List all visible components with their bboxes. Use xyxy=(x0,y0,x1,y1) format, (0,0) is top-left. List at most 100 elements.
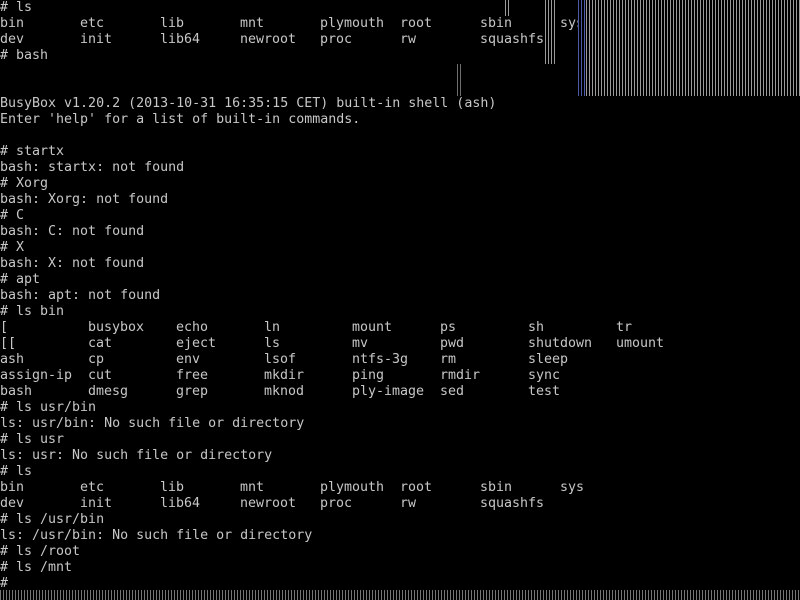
terminal-command-line: # C xyxy=(0,208,25,223)
terminal-output-line: BusyBox v1.20.2 (2013-10-31 16:35:15 CET… xyxy=(0,96,497,111)
listing-entry: eject xyxy=(176,336,217,351)
listing-entry: lib64 xyxy=(160,32,201,47)
listing-entry: ply-image xyxy=(352,384,425,399)
listing-entry: etc xyxy=(80,480,105,495)
listing-entry: root xyxy=(400,16,433,31)
listing-entry: free xyxy=(176,368,209,383)
terminal-command-line: # ls /usr/bin xyxy=(0,512,105,527)
terminal-output-line: bash: X: not found xyxy=(0,256,145,271)
listing-entry: sed xyxy=(440,384,465,399)
listing-entry: ntfs-3g xyxy=(352,352,409,367)
listing-entry: squashfs xyxy=(480,496,545,511)
listing-entry: ls xyxy=(264,336,281,351)
listing-entry: assign-ip xyxy=(0,368,73,383)
listing-entry: ps xyxy=(440,320,457,335)
terminal-output-line: ls: usr: No such file or directory xyxy=(0,448,273,463)
terminal-command-line: # ls xyxy=(0,464,33,479)
listing-entry: rmdir xyxy=(440,368,481,383)
listing-entry: lib xyxy=(160,480,185,495)
listing-entry: ping xyxy=(352,368,385,383)
listing-entry: [[ xyxy=(0,336,17,351)
listing-entry: tr xyxy=(616,320,633,335)
listing-entry: init xyxy=(80,32,113,47)
terminal-listing-row: dev init lib64 newroot proc rw squashfs xyxy=(0,496,800,512)
listing-entry: bash xyxy=(0,384,33,399)
listing-entry: squashfs xyxy=(480,32,545,47)
listing-entry: rm xyxy=(440,352,457,367)
listing-entry: bin xyxy=(0,16,25,31)
terminal-listing-row: [[ cat eject ls mv pwd shutdown umount xyxy=(0,336,800,352)
listing-entry: pwd xyxy=(440,336,465,351)
listing-entry: sys xyxy=(560,480,585,495)
terminal-output-line: ls: usr/bin: No such file or directory xyxy=(0,416,305,431)
terminal-listing-row: ash cp env lsof ntfs-3g rm sleep xyxy=(0,352,800,368)
listing-entry: mv xyxy=(352,336,369,351)
listing-entry: bin xyxy=(0,480,25,495)
listing-entry: sh xyxy=(528,320,545,335)
listing-entry: ln xyxy=(264,320,281,335)
listing-entry: plymouth xyxy=(320,16,385,31)
listing-entry: sleep xyxy=(528,352,569,367)
terminal-output-line: Enter 'help' for a list of built-in comm… xyxy=(0,112,361,127)
terminal-command-line: # apt xyxy=(0,272,41,287)
terminal-command-line: # ls usr xyxy=(0,432,65,447)
listing-entry: mknod xyxy=(264,384,305,399)
listing-entry: test xyxy=(528,384,561,399)
listing-entry: echo xyxy=(176,320,209,335)
listing-entry: root xyxy=(400,480,433,495)
listing-entry: etc xyxy=(80,16,105,31)
listing-entry: plymouth xyxy=(320,480,385,495)
listing-entry: rw xyxy=(400,32,417,47)
terminal-output-line: bash: apt: not found xyxy=(0,288,161,303)
terminal-command-line: # startx xyxy=(0,144,65,159)
listing-entry: newroot xyxy=(240,32,297,47)
listing-entry: proc xyxy=(320,496,353,511)
listing-entry: busybox xyxy=(88,320,145,335)
stripe-artifact xyxy=(578,0,586,96)
listing-entry: cp xyxy=(88,352,105,367)
terminal-command-line: # ls bin xyxy=(0,304,65,319)
listing-entry: mkdir xyxy=(264,368,305,383)
listing-entry: lib64 xyxy=(160,496,201,511)
listing-entry: mount xyxy=(352,320,393,335)
terminal-command-line: # ls /mnt xyxy=(0,560,73,575)
terminal-command-line: # X xyxy=(0,240,25,255)
listing-entry: grep xyxy=(176,384,209,399)
listing-entry: [ xyxy=(0,320,9,335)
listing-entry: shutdown xyxy=(528,336,593,351)
listing-entry: sync xyxy=(528,368,561,383)
terminal-output-line: ls: /usr/bin: No such file or directory xyxy=(0,528,313,543)
terminal-command-line: # ls /root xyxy=(0,544,81,559)
listing-entry: ash xyxy=(0,352,25,367)
listing-entry: dev xyxy=(0,496,25,511)
stripe-artifact xyxy=(545,0,555,64)
terminal-listing-row: [ busybox echo ln mount ps sh tr xyxy=(0,320,800,336)
terminal-command-line: # ls usr/bin xyxy=(0,400,97,415)
listing-entry: env xyxy=(176,352,201,367)
listing-entry: newroot xyxy=(240,496,297,511)
terminal-output-line: bash: Xorg: not found xyxy=(0,192,169,207)
stripe-artifact xyxy=(457,64,463,96)
listing-entry: mnt xyxy=(240,480,265,495)
listing-entry: umount xyxy=(616,336,665,351)
listing-entry: init xyxy=(80,496,113,511)
terminal-output-line: bash: startx: not found xyxy=(0,160,185,175)
listing-entry: proc xyxy=(320,32,353,47)
terminal-command-line: # Xorg xyxy=(0,176,49,191)
listing-entry: dev xyxy=(0,32,25,47)
listing-entry: sbin xyxy=(480,16,513,31)
listing-entry: rw xyxy=(400,496,417,511)
listing-entry: cut xyxy=(88,368,113,383)
listing-entry: lsof xyxy=(264,352,297,367)
terminal-output-line: bash: C: not found xyxy=(0,224,145,239)
listing-entry: dmesg xyxy=(88,384,129,399)
listing-entry: sbin xyxy=(480,480,513,495)
stripe-artifact xyxy=(505,0,511,16)
terminal-listing-row: bin etc lib mnt plymouth root sbin sys xyxy=(0,480,800,496)
terminal-listing-row: assign-ip cut free mkdir ping rmdir sync xyxy=(0,368,800,384)
stripe-artifact xyxy=(0,590,800,600)
listing-entry: lib xyxy=(160,16,185,31)
terminal-listing-row: bash dmesg grep mknod ply-image sed test xyxy=(0,384,800,400)
listing-entry: cat xyxy=(88,336,113,351)
